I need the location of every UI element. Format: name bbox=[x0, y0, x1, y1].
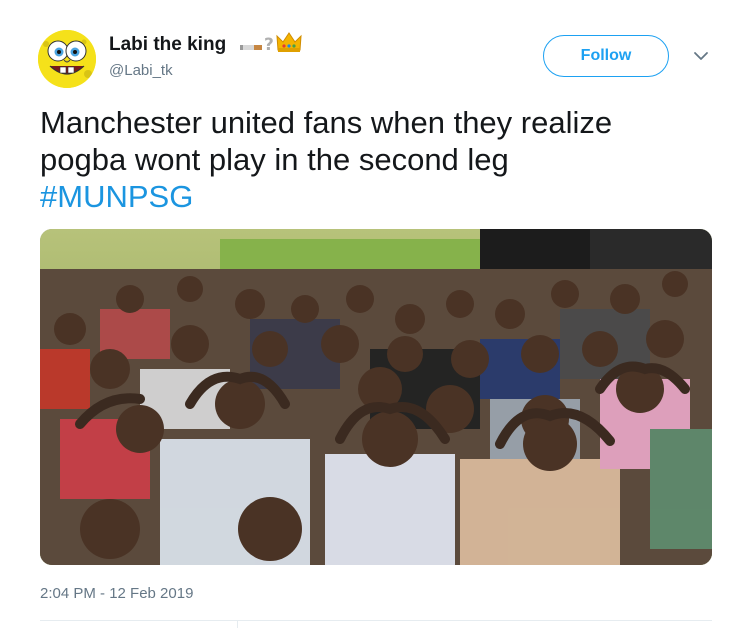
cigarette-icon bbox=[240, 45, 262, 50]
tweet-text-line: pogba wont play in the second leg bbox=[40, 142, 509, 177]
hashtag-link[interactable]: #MUNPSG bbox=[40, 178, 720, 215]
divider bbox=[237, 620, 238, 628]
tweet-text-line: Manchester united fans when they realize bbox=[40, 105, 613, 140]
tweet-text: Manchester united fans when they realize… bbox=[40, 104, 720, 215]
chevron-down-icon bbox=[694, 52, 708, 60]
tweet-photo[interactable] bbox=[40, 229, 712, 565]
spongebob-avatar-icon bbox=[38, 30, 96, 88]
crown-icon bbox=[276, 32, 302, 52]
name-emoji-group: ? bbox=[240, 28, 304, 56]
crowd-photo bbox=[40, 229, 712, 565]
divider bbox=[40, 620, 712, 621]
avatar[interactable] bbox=[38, 30, 96, 88]
svg-text:?: ? bbox=[264, 35, 274, 55]
author-display-name[interactable]: Labi the king bbox=[109, 34, 226, 56]
author-handle[interactable]: @Labi_tk bbox=[109, 62, 173, 79]
follow-button[interactable]: Follow bbox=[543, 35, 669, 77]
question-mark-icon: ? bbox=[264, 35, 274, 55]
tweet-timestamp[interactable]: 2:04 PM - 12 Feb 2019 bbox=[40, 585, 193, 602]
more-options-button[interactable] bbox=[692, 49, 710, 63]
